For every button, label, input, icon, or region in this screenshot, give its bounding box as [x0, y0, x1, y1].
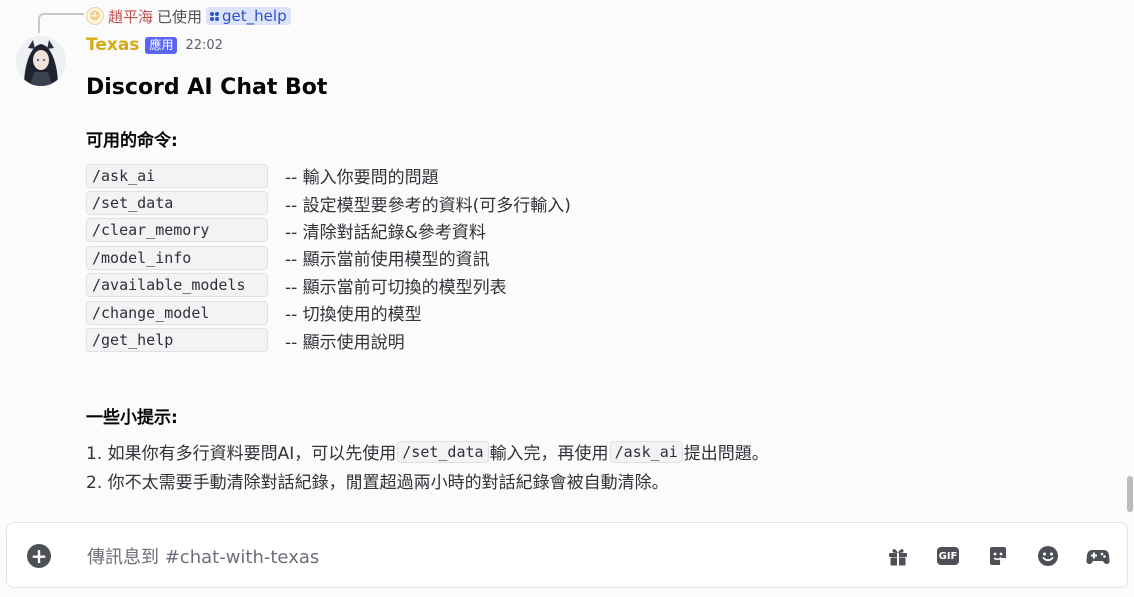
scrollbar-thumb[interactable]: [1127, 476, 1133, 512]
gif-button[interactable]: GIF: [935, 543, 961, 569]
command-code: /clear_memory: [86, 218, 268, 243]
command-row: /model_info -- 顯示當前使用模型的資訊: [86, 244, 571, 271]
gif-icon: GIF: [937, 547, 959, 565]
command-code: /model_info: [86, 245, 268, 270]
message-input[interactable]: [85, 541, 849, 573]
command-row: /ask_ai -- 輸入你要問的問題: [86, 162, 571, 189]
inline-code: /set_data: [397, 440, 489, 463]
reply-action-text: 已使用: [157, 7, 203, 26]
app-badge: 應用: [145, 36, 178, 54]
message-composer: + GIF: [6, 522, 1128, 588]
sticker-icon: [990, 547, 1006, 565]
command-invocation[interactable]: ☺ 趙平海 已使用 get_help: [86, 5, 291, 27]
command-code: /available_models: [86, 273, 268, 298]
chat-view: ☺ 趙平海 已使用 get_help Texas 應用 22:02 Discor…: [0, 0, 1134, 597]
command-description: -- 設定模型要參考的資料(可多行輸入): [285, 195, 571, 216]
author-name[interactable]: Texas: [86, 35, 139, 55]
command-description: -- 顯示使用說明: [285, 332, 405, 353]
slash-command-icon: [210, 11, 220, 21]
command-row: /change_model -- 切換使用的模型: [86, 299, 571, 326]
command-code: /set_data: [86, 191, 268, 216]
command-list: /ask_ai -- 輸入你要問的問題 /set_data -- 設定模型要參考…: [86, 162, 571, 354]
commands-heading: 可用的命令:: [86, 131, 178, 151]
command-code: /change_model: [86, 300, 268, 325]
emoji-button[interactable]: [1035, 543, 1061, 569]
tips-list: 1. 如果你有多行資料要問AI，可以先使用/set_data 輸入完，再使用/as…: [86, 437, 769, 495]
message-header: Texas 應用 22:02: [86, 35, 223, 55]
command-description: -- 切換使用的模型: [285, 305, 422, 326]
emoji-icon: [1038, 546, 1058, 566]
gift-icon: [889, 549, 907, 566]
reply-connector: [38, 13, 84, 33]
command-description: -- 清除對話紀錄&參考資料: [285, 222, 486, 243]
command-row: /available_models -- 顯示當前可切換的模型列表: [86, 272, 571, 299]
command-code: /get_help: [86, 328, 268, 353]
command-description: -- 輸入你要問的問題: [285, 168, 439, 189]
apps-button[interactable]: [1085, 543, 1111, 569]
tip-text: 1. 如果你有多行資料要問AI，可以先使用: [86, 444, 397, 464]
message-content: Discord AI Chat Bot 可用的命令: /ask_ai -- 輸入…: [86, 70, 1106, 493]
tip-text: 輸入完，再使用: [489, 444, 609, 464]
add-attachment-button[interactable]: +: [27, 544, 51, 568]
sticker-button[interactable]: [985, 543, 1011, 569]
command-row: /set_data -- 設定模型要參考的資料(可多行輸入): [86, 189, 571, 216]
command-code: /ask_ai: [86, 163, 268, 188]
message-timestamp[interactable]: 22:02: [185, 38, 222, 53]
gamepad-icon: [1086, 550, 1110, 564]
reply-username[interactable]: 趙平海: [108, 6, 153, 27]
gift-button[interactable]: [885, 543, 911, 569]
tips-heading: 一些小提示:: [86, 408, 178, 428]
command-row: /get_help -- 顯示使用說明: [86, 326, 571, 353]
command-description: -- 顯示當前使用模型的資訊: [285, 250, 490, 271]
command-chip-label: get_help: [222, 7, 287, 25]
command-description: -- 顯示當前可切換的模型列表: [285, 277, 507, 298]
message-title: Discord AI Chat Bot: [86, 75, 328, 100]
inline-code: /ask_ai: [609, 440, 683, 463]
author-avatar[interactable]: [16, 36, 66, 86]
tip-item: 2. 你不太需要手動清除對話紀錄，閒置超過兩小時的對話紀錄會被自動清除。: [86, 466, 769, 495]
command-chip[interactable]: get_help: [206, 7, 291, 25]
tip-text: 2. 你不太需要手動清除對話紀錄，閒置超過兩小時的對話紀錄會被自動清除。: [86, 473, 669, 493]
tip-item: 1. 如果你有多行資料要問AI，可以先使用/set_data 輸入完，再使用/as…: [86, 437, 769, 466]
add-icon: +: [30, 544, 48, 568]
command-row: /clear_memory -- 清除對話紀錄&參考資料: [86, 217, 571, 244]
reply-user-avatar[interactable]: ☺: [86, 7, 104, 25]
tip-text: 提出問題。: [683, 444, 769, 464]
